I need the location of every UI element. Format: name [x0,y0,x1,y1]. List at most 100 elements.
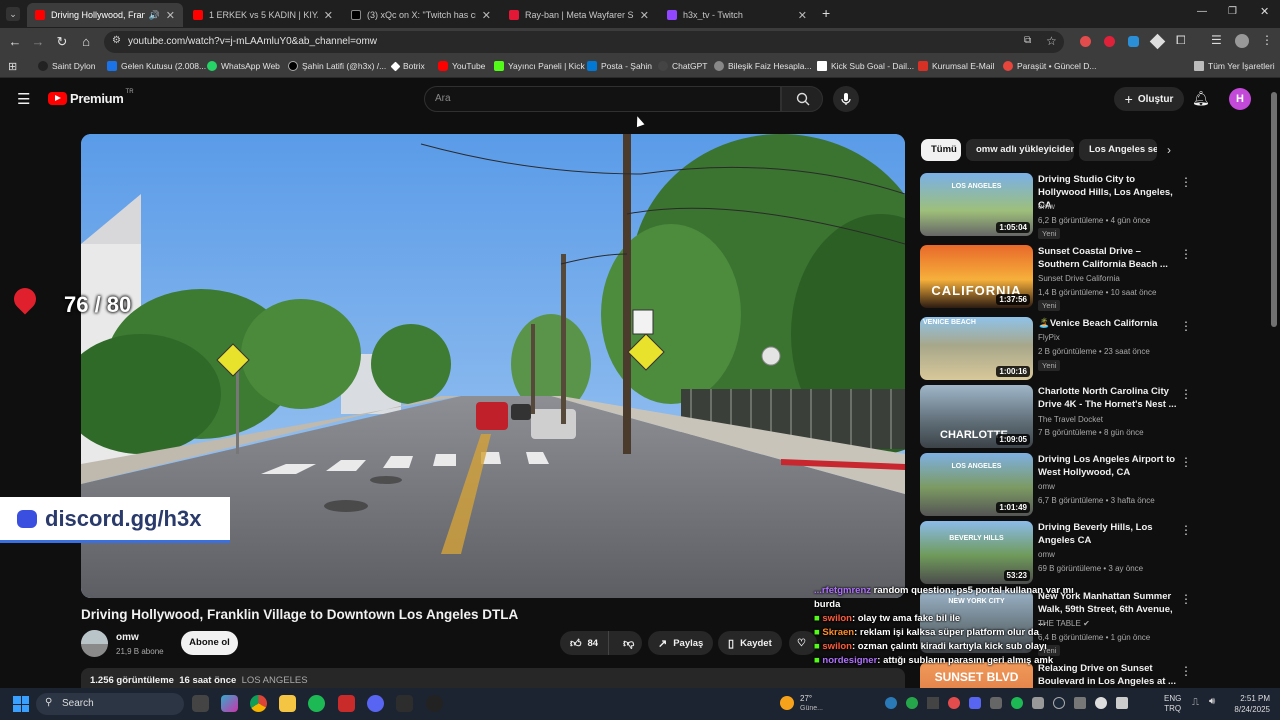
close-tab-icon[interactable]: ✕ [324,9,333,22]
all-bookmarks-folder[interactable]: Tüm Yer İşaretleri [1194,61,1275,71]
tray-app-icon[interactable] [927,697,939,709]
windows-start-icon[interactable] [13,696,29,712]
close-tab-icon[interactable]: ✕ [798,9,807,22]
new-tab-button[interactable]: + [822,5,830,21]
file-explorer-icon[interactable] [279,695,296,712]
reading-list-icon[interactable]: ☰ [1211,33,1222,47]
subscribe-button[interactable]: Abone ol [181,631,238,655]
tab-xqc-twitter[interactable]: (3) xQc on X: "Twitch has cracke ✕ [343,3,499,27]
more-actions-icon[interactable]: ⋮ [1180,319,1192,333]
save-button[interactable]: ▯ Kaydet [718,631,782,655]
channel-avatar[interactable] [81,630,108,657]
tab-search-icon[interactable]: ⌄ [6,7,20,21]
rec-channel[interactable]: The Travel Docket [1038,415,1103,424]
tray-app-icon[interactable] [990,697,1002,709]
recommendation-item[interactable]: VENICE BEACH 1:00:16 🏝️Venice Beach Cali… [920,317,1192,381]
video-thumbnail[interactable]: CALIFORNIA 1:37:56 [920,245,1033,308]
search-button[interactable] [781,86,823,112]
more-actions-icon[interactable]: ⋮ [1180,523,1192,537]
rec-title[interactable]: Driving Los Angeles Airport to West Holl… [1038,453,1178,479]
more-actions-icon[interactable]: ⋮ [1180,592,1192,606]
rec-title[interactable]: 🏝️Venice Beach California [1038,317,1178,330]
bookmark-item[interactable]: Saint Dylon [38,61,95,71]
chip-los-angeles[interactable]: Los Angeles se [1079,139,1157,161]
bookmark-item[interactable]: Paraşüt • Güncel D... [1003,61,1097,71]
tray-app-icon[interactable] [1011,697,1023,709]
task-view-icon[interactable] [192,695,209,712]
close-tab-icon[interactable]: ✕ [640,9,649,22]
discord-icon[interactable] [367,695,384,712]
rec-title[interactable]: Sunset Coastal Drive – Southern Californ… [1038,245,1178,271]
more-actions-icon[interactable]: ⋮ [1180,664,1192,678]
tab-kiyafet-video[interactable]: 1 ERKEK vs 5 KADIN | KIYAFETLI ✕ [185,3,341,27]
language-indicator[interactable]: ENG TRQ [1164,694,1181,714]
spotify-icon[interactable] [308,695,325,712]
close-tab-icon[interactable]: ✕ [166,9,175,22]
notifications-bell-icon[interactable]: 🔔︎ [1192,90,1210,107]
browser-menu-icon[interactable]: ⋮ [1261,33,1273,47]
video-thumbnail[interactable]: BEVERLY HILLS 53:23 [920,521,1033,584]
clock[interactable]: 2:51 PM 8/24/2025 [1228,693,1270,715]
extension-icon[interactable] [1104,36,1115,47]
tray-app-icon[interactable] [1053,697,1065,709]
bookmark-item[interactable]: Şahin Latifi (@h3x) /... [288,61,386,71]
tray-app-icon[interactable] [1095,697,1107,709]
speaker-icon[interactable]: 🔊 [149,10,160,21]
tray-app-icon[interactable] [885,697,897,709]
more-actions-icon[interactable]: ⋮ [1180,387,1192,401]
more-actions-icon[interactable]: ⋮ [1180,455,1192,469]
taskbar-search[interactable]: ⚲ Search [36,693,184,715]
tray-app-icon[interactable] [906,697,918,709]
rec-title[interactable]: Charlotte North Carolina City Drive 4K -… [1038,385,1178,411]
recommendation-item[interactable]: CHARLOTTE 1:09:05 Charlotte North Caroli… [920,385,1192,449]
reload-icon[interactable]: ↻ [53,34,71,50]
create-button[interactable]: + Oluştur [1114,87,1184,111]
account-avatar[interactable]: H [1229,88,1251,110]
recommendation-item[interactable]: LOS ANGELES 1:01:49 Driving Los Angeles … [920,453,1192,517]
extensions-puzzle-icon[interactable]: ⧠ [1176,33,1186,48]
weather-temp[interactable]: 27° [800,694,812,703]
recommendation-item[interactable]: LOS ANGELES 1:05:04 Driving Studio City … [920,173,1192,239]
rec-channel[interactable]: Sunset Drive California [1038,274,1120,283]
search-input[interactable]: Ara [424,86,781,112]
video-thumbnail[interactable]: LOS ANGELES 1:05:04 [920,173,1033,236]
extension-icon[interactable] [1149,33,1166,50]
video-thumbnail[interactable]: VENICE BEACH 1:00:16 [920,317,1033,380]
tray-app-icon[interactable] [948,697,960,709]
tab-youtube-video[interactable]: Driving Hollywood, Franklin 🔊 ✕ [27,3,183,27]
site-info-icon[interactable]: ⚙ [112,35,121,46]
tray-app-icon[interactable] [1074,697,1086,709]
xbox-icon[interactable] [396,695,413,712]
bookmark-item[interactable]: ChatGPT [658,61,707,71]
app-icon[interactable] [338,695,355,712]
network-icon[interactable]: ⎍ [1192,697,1199,708]
profile-avatar[interactable] [1235,34,1249,48]
tray-app-icon[interactable] [1032,697,1044,709]
close-tab-icon[interactable]: ✕ [482,9,491,22]
volume-icon[interactable]: 🔊︎ [1209,696,1215,707]
chrome-icon[interactable] [250,695,267,712]
minimize-icon[interactable]: — [1197,6,1207,17]
dislike-button[interactable]: 👎︎ [615,637,642,650]
bookmark-star-icon[interactable]: ☆ [1046,34,1057,48]
rec-channel[interactable]: FlyPix [1038,333,1060,342]
thanks-button[interactable]: ♡ [789,631,817,655]
more-actions-icon[interactable]: ⋮ [1180,175,1192,189]
share-button[interactable]: ↗ Paylaş [648,631,714,655]
chip-from-uploader[interactable]: omw adlı yükleyiciden [966,139,1074,161]
voice-search-button[interactable] [833,86,859,112]
bookmark-item[interactable]: YouTube [438,61,485,71]
address-bar[interactable]: ⚙ youtube.com/watch?v=j-mLAAmluY0&ab_cha… [104,31,1064,53]
extension-icon[interactable] [1128,36,1139,47]
guide-menu-icon[interactable]: ☰ [17,90,30,108]
youtube-premium-logo[interactable]: Premium TR [48,89,134,106]
bookmark-item[interactable]: WhatsApp Web [207,61,280,71]
recommendation-item[interactable]: BEVERLY HILLS 53:23 Driving Beverly Hill… [920,521,1192,585]
rec-channel[interactable]: omw [1038,482,1055,491]
video-thumbnail[interactable]: CHARLOTTE 1:09:05 [920,385,1033,448]
more-actions-icon[interactable]: ⋮ [1180,247,1192,261]
rec-channel[interactable]: omw [1038,550,1055,559]
home-icon[interactable]: ⌂ [77,34,95,49]
copilot-icon[interactable] [221,695,238,712]
page-scrollbar[interactable] [1271,92,1277,327]
